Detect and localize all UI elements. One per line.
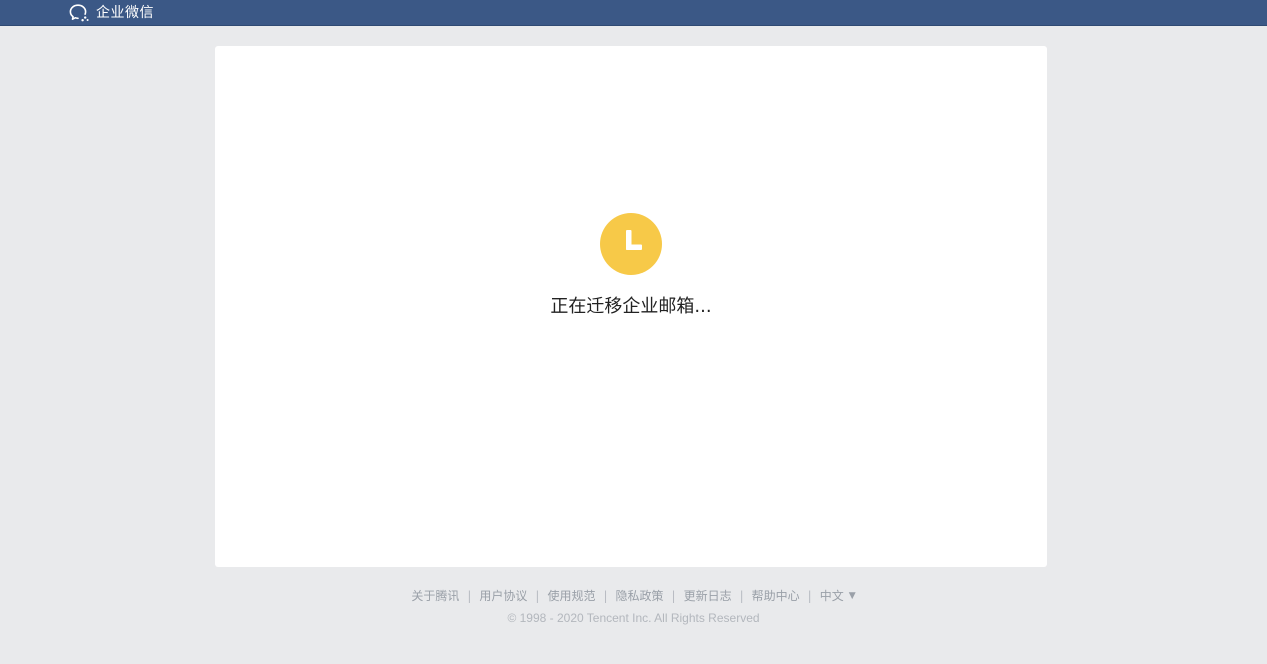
- footer-link-help-center[interactable]: 帮助中心: [752, 586, 800, 606]
- brand-name: 企业微信: [96, 5, 154, 21]
- footer-separator: |: [671, 589, 676, 603]
- footer-separator: |: [739, 589, 744, 603]
- footer-separator: |: [807, 589, 812, 603]
- footer: 关于腾讯 | 用户协议 | 使用规范 | 隐私政策 | 更新日志 | 帮助中心 …: [0, 586, 1267, 627]
- footer-link-user-agreement[interactable]: 用户协议: [479, 586, 527, 606]
- footer-links: 关于腾讯 | 用户协议 | 使用规范 | 隐私政策 | 更新日志 | 帮助中心 …: [0, 586, 1267, 606]
- footer-link-about-tencent[interactable]: 关于腾讯: [411, 586, 459, 606]
- brand-logo-link[interactable]: 企业微信: [68, 1, 154, 25]
- chevron-down-icon: ▼: [848, 591, 856, 601]
- top-bar: 企业微信: [0, 0, 1267, 26]
- migration-card: 正在迁移企业邮箱...: [215, 46, 1047, 567]
- footer-link-usage-rules[interactable]: 使用规范: [547, 586, 595, 606]
- footer-separator: |: [603, 589, 608, 603]
- wework-chat-icon: [68, 3, 90, 23]
- footer-separator: |: [535, 589, 540, 603]
- language-selected: 中文: [819, 589, 844, 603]
- clock-icon: [599, 212, 663, 276]
- footer-separator: |: [467, 589, 472, 603]
- footer-link-privacy-policy[interactable]: 隐私政策: [616, 586, 664, 606]
- copyright-text: © 1998 - 2020 Tencent Inc. All Rights Re…: [507, 611, 760, 625]
- footer-link-changelog[interactable]: 更新日志: [684, 586, 732, 606]
- migration-status-text: 正在迁移企业邮箱...: [550, 296, 712, 317]
- language-selector[interactable]: 中文 ▼: [820, 586, 856, 606]
